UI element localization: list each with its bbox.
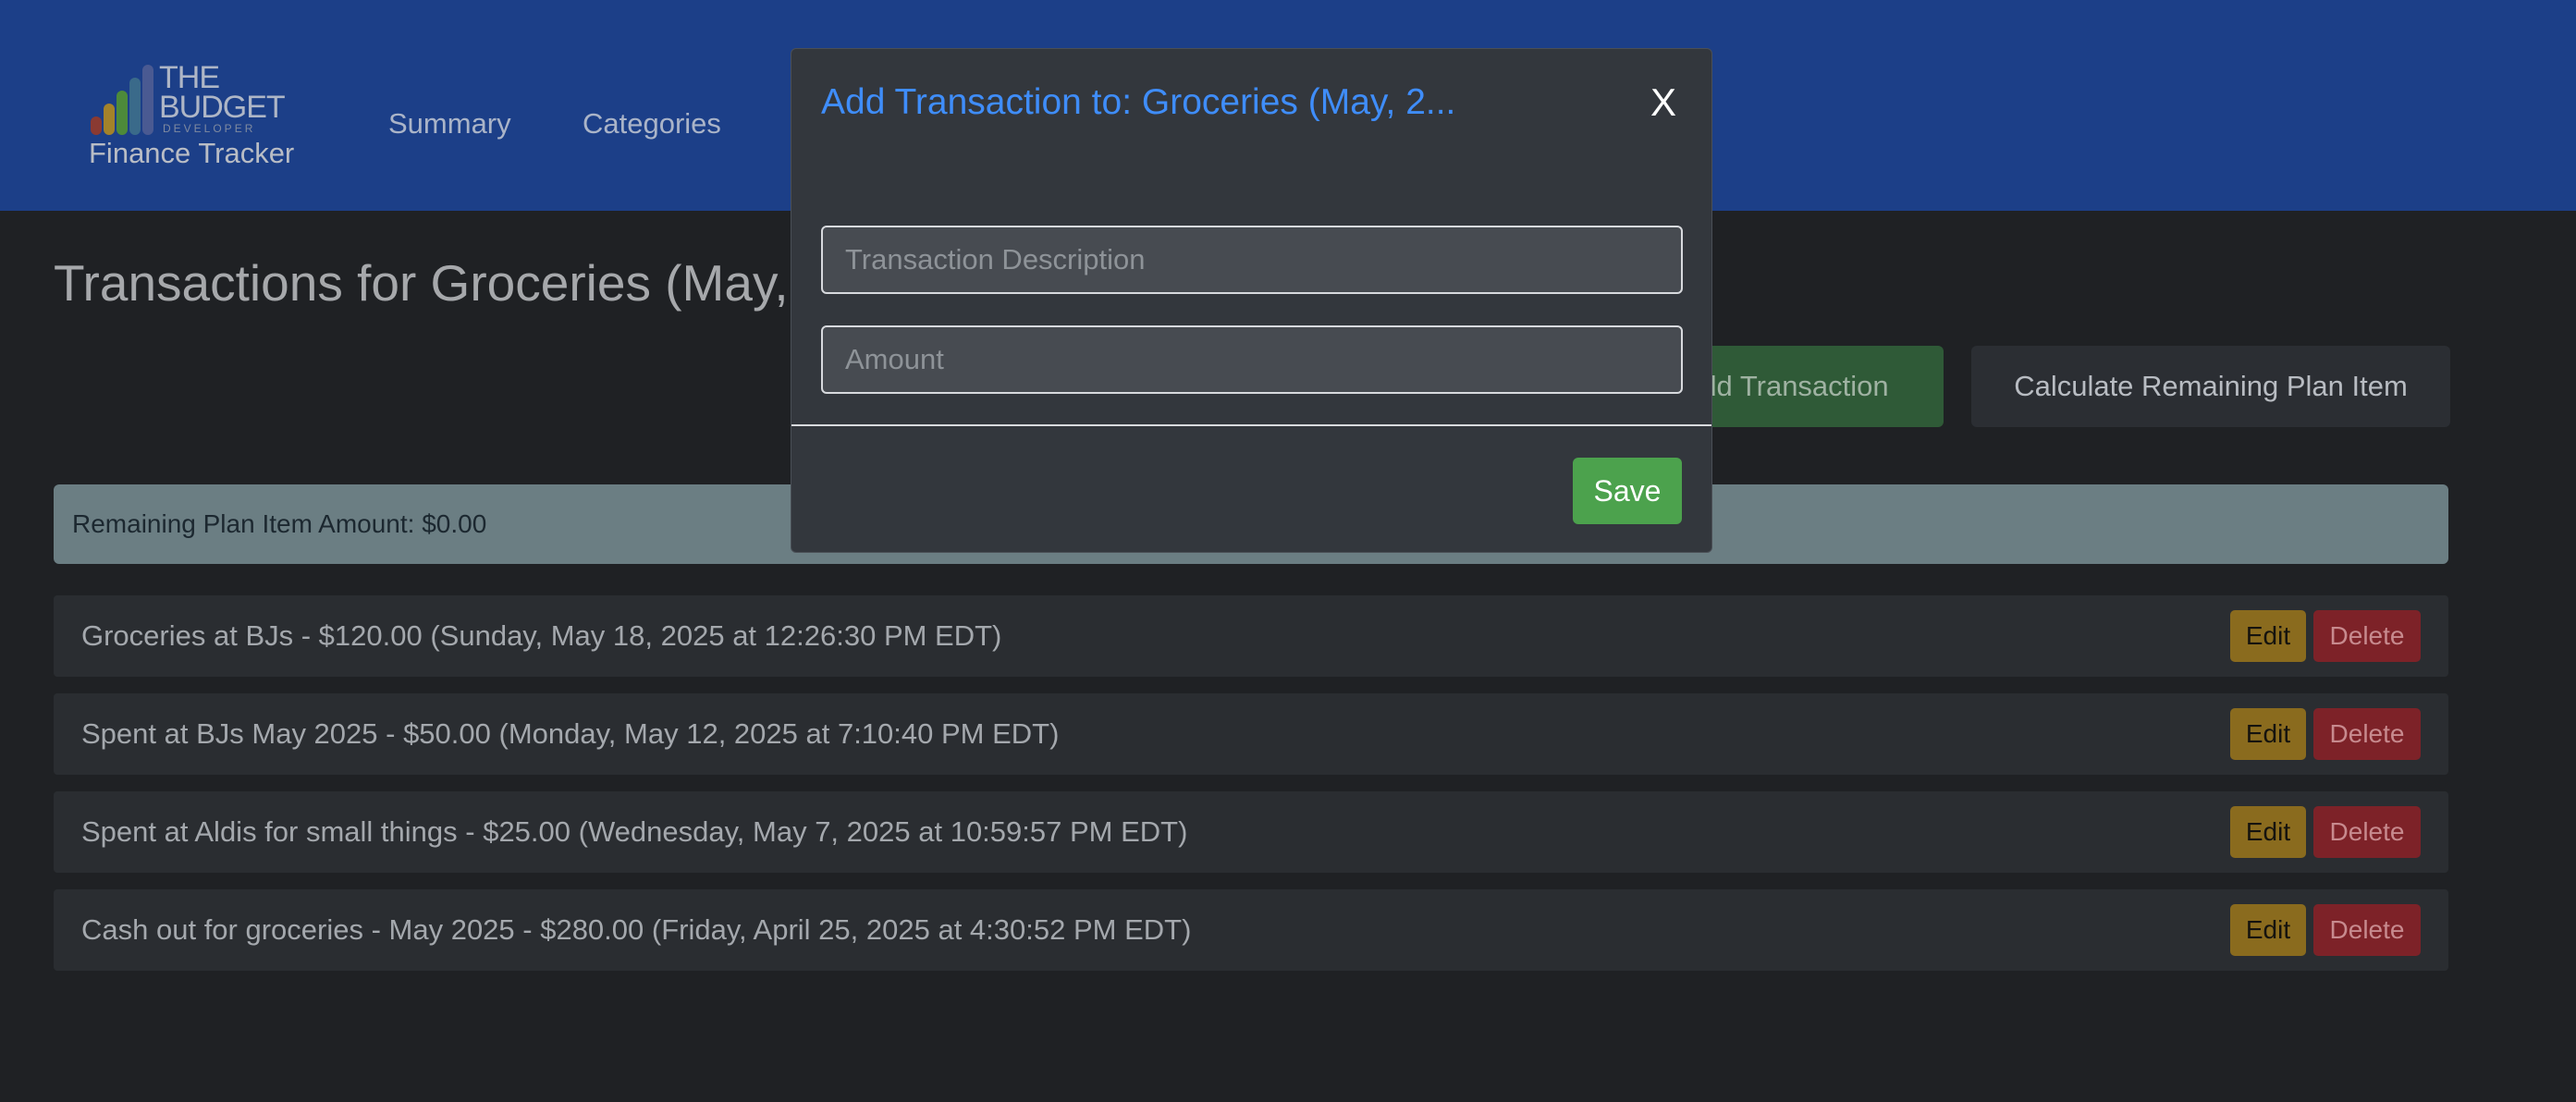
add-transaction-modal: Add Transaction to: Groceries (May, 2...… — [791, 48, 1712, 553]
edit-button[interactable]: Edit — [2230, 904, 2306, 956]
transaction-item: Spent at BJs May 2025 - $50.00 (Monday, … — [54, 693, 2448, 775]
nav-categories[interactable]: Categories — [583, 107, 721, 141]
transaction-item: Spent at Aldis for small things - $25.00… — [54, 791, 2448, 873]
amount-input[interactable] — [821, 325, 1683, 394]
transaction-text: Cash out for groceries - May 2025 - $280… — [81, 913, 1192, 946]
delete-button[interactable]: Delete — [2313, 708, 2421, 760]
brand-logo[interactable]: THE BUDGET DEVELOPER Finance Tracker — [89, 61, 329, 181]
modal-divider — [791, 424, 1711, 426]
edit-button[interactable]: Edit — [2230, 708, 2306, 760]
nav-summary[interactable]: Summary — [388, 107, 511, 141]
transaction-item: Groceries at BJs - $120.00 (Sunday, May … — [54, 595, 2448, 677]
transaction-description-input[interactable] — [821, 226, 1683, 294]
brand-title: Finance Tracker — [89, 137, 295, 169]
transaction-item: Cash out for groceries - May 2025 - $280… — [54, 889, 2448, 971]
logo-subtitle: DEVELOPER — [163, 122, 256, 135]
calculate-remaining-button[interactable]: Calculate Remaining Plan Item — [1971, 346, 2450, 427]
transaction-list: Groceries at BJs - $120.00 (Sunday, May … — [54, 595, 2448, 987]
delete-button[interactable]: Delete — [2313, 904, 2421, 956]
edit-button[interactable]: Edit — [2230, 610, 2306, 662]
modal-title: Add Transaction to: Groceries (May, 2... — [821, 82, 1456, 122]
page-title: Transactions for Groceries (May, — [54, 254, 789, 312]
save-button[interactable]: Save — [1573, 458, 1682, 524]
transaction-text: Spent at BJs May 2025 - $50.00 (Monday, … — [81, 717, 1060, 750]
transaction-text: Spent at Aldis for small things - $25.00… — [81, 815, 1188, 848]
transaction-text: Groceries at BJs - $120.00 (Sunday, May … — [81, 619, 1002, 652]
close-icon[interactable]: X — [1650, 80, 1676, 125]
delete-button[interactable]: Delete — [2313, 610, 2421, 662]
delete-button[interactable]: Delete — [2313, 806, 2421, 858]
bar-chart-logo-icon — [91, 61, 155, 135]
logo-wordmark: THE BUDGET — [159, 60, 286, 125]
edit-button[interactable]: Edit — [2230, 806, 2306, 858]
